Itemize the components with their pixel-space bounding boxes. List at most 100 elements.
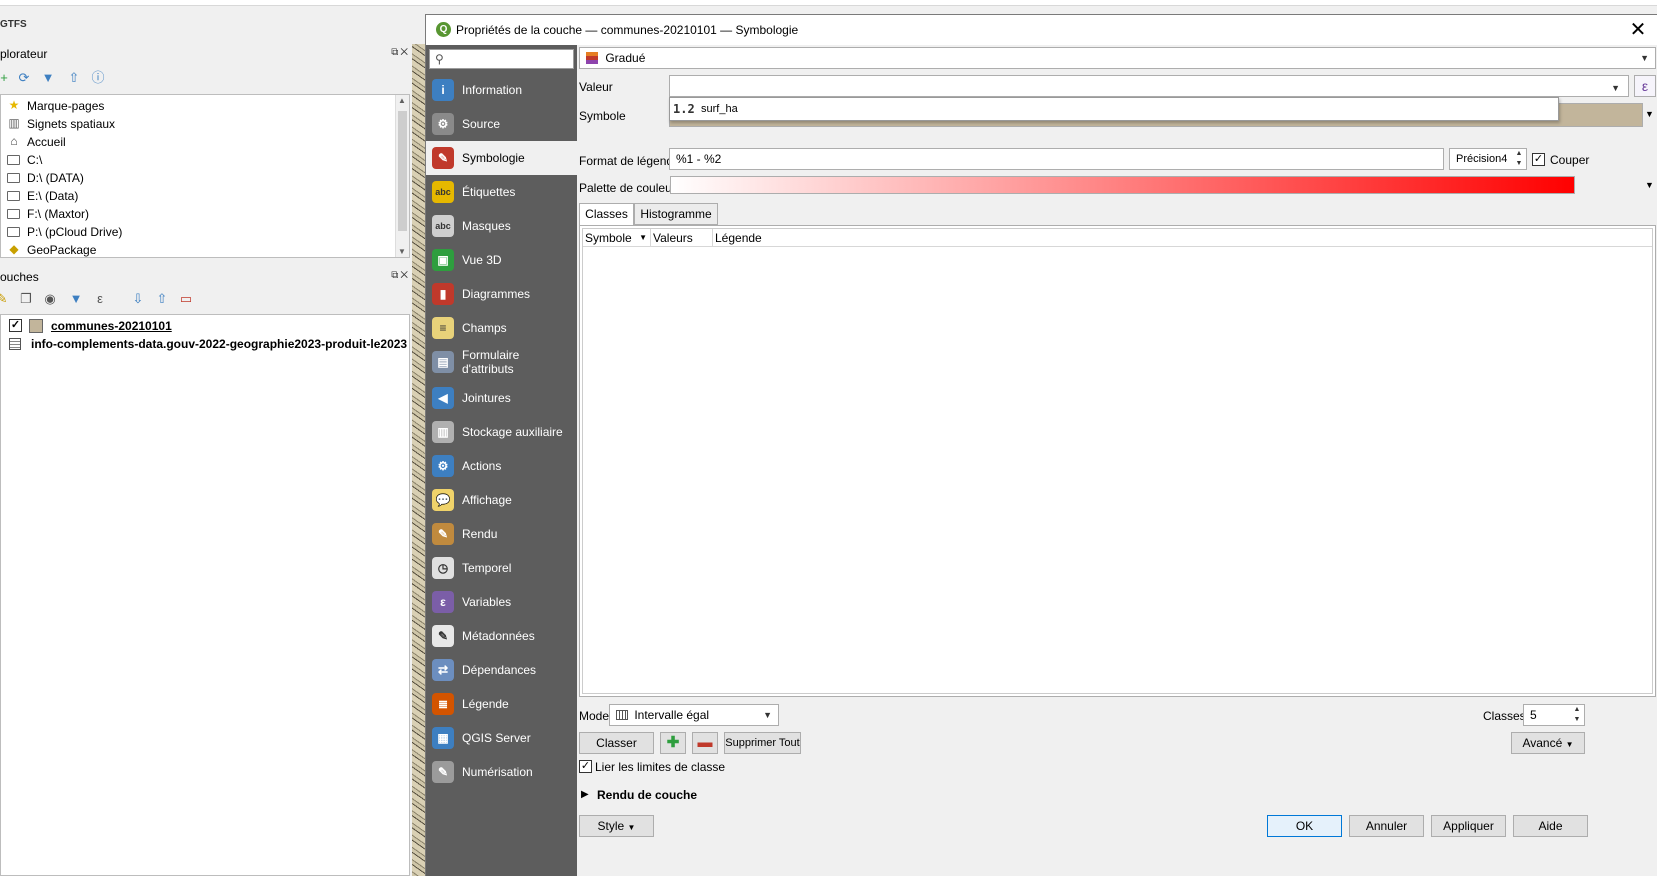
browser-item-drive-e[interactable]: E:\ (Data) [1,187,396,205]
chevron-down-icon[interactable]: ▼ [1611,78,1620,98]
panel-float-close-icons[interactable]: ⧉✕ [391,270,410,281]
mode-select[interactable]: Intervalle égal ▼ [609,704,779,726]
dialog-titlebar[interactable]: Q Propriétés de la couche — communes-202… [426,15,1657,45]
add-group-icon[interactable]: ❐ [18,291,34,307]
browser-item-drive-c[interactable]: C:\ [1,151,396,169]
browser-item-bookmarks[interactable]: ★ Marque-pages [1,97,396,115]
precision-spinbox[interactable]: Précision4 ▲ ▼ [1449,148,1527,170]
properties-info-icon[interactable]: ⓘ [90,70,106,86]
nav-item-symbology[interactable]: ✎ Symbologie [426,141,577,175]
legend-format-label: Format de légende [579,154,680,168]
add-layer-icon[interactable]: + [0,70,12,86]
nav-item-auxiliary-storage[interactable]: ▥ Stockage auxiliaire [426,415,577,449]
gtfs-plugin-icon[interactable]: GTFS [0,14,27,36]
classes-table[interactable]: Symbole ▼ Valeurs Légende [582,228,1653,694]
nav-item-legend[interactable]: ≣ Légende [426,687,577,721]
display-icon: 💬 [432,489,454,511]
ok-button[interactable]: OK [1267,815,1342,837]
expand-all-icon[interactable]: ⇩ [130,291,146,307]
nav-item-3d-view[interactable]: ▣ Vue 3D [426,243,577,277]
value-field-combo[interactable]: ▼ [669,75,1629,97]
browser-item-geopackage[interactable]: ◆ GeoPackage [1,241,396,259]
add-class-button[interactable]: ✚ [660,732,686,754]
nav-item-rendering[interactable]: ✎ Rendu [426,517,577,551]
chevron-down-icon[interactable]: ▼ [1645,180,1654,190]
nav-item-masks[interactable]: abc Masques [426,209,577,243]
classify-button[interactable]: Classer [579,732,654,754]
column-values[interactable]: Valeurs [651,229,713,247]
remove-layer-icon[interactable]: ▭ [178,291,194,307]
spin-arrows-icon[interactable]: ▲ ▼ [1513,149,1525,169]
nav-item-joins[interactable]: ◀ Jointures [426,381,577,415]
collapse-all-icon[interactable]: ⇧ [154,291,170,307]
legend-format-input[interactable]: %1 - %2 [669,148,1444,170]
filter-legend-icon[interactable]: ▼ [68,291,84,307]
nav-item-variables[interactable]: ε Variables [426,585,577,619]
layer-row-info-complements[interactable]: info-complements-data.gouv-2022-geograph… [1,335,409,353]
nav-item-attribute-form[interactable]: ▤ Formulaire d'attributs [426,345,577,381]
nav-item-source[interactable]: ⚙ Source [426,107,577,141]
collapse-all-icon[interactable]: ⇧ [66,70,82,86]
visibility-icon[interactable]: ◉ [42,291,58,307]
column-legend[interactable]: Légende [713,229,1652,247]
nav-search-input[interactable]: ⚲ [429,49,574,69]
tab-histogram[interactable]: Histogramme [634,203,718,225]
browser-item-drive-p[interactable]: P:\ (pCloud Drive) [1,223,396,241]
classes-count-value: 5 [1530,708,1537,722]
help-button[interactable]: Aide [1513,815,1588,837]
apply-button[interactable]: Appliquer [1431,815,1506,837]
nav-item-actions[interactable]: ⚙ Actions [426,449,577,483]
classes-count-spinbox[interactable]: 5 ▲ ▼ [1523,704,1585,726]
layer-visibility-checkbox[interactable]: ✓ [9,319,22,332]
panel-float-close-icons[interactable]: ⧉✕ [391,47,410,58]
nav-item-digitizing[interactable]: ✎ Numérisation [426,755,577,789]
field-option-surf-ha[interactable]: surf_ha [701,103,738,115]
color-ramp-button[interactable] [670,176,1575,194]
browser-item-drive-d[interactable]: D:\ (DATA) [1,169,396,187]
layer-properties-dialog: Q Propriétés de la couche — communes-202… [425,14,1657,876]
close-icon[interactable]: ✕ [1626,18,1650,42]
delete-all-button[interactable]: Supprimer Tout [724,732,801,754]
chevron-down-icon[interactable]: ▼ [1645,109,1654,119]
layer-row-communes[interactable]: ✓ communes-20210101 [1,317,409,335]
browser-item-drive-f[interactable]: F:\ (Maxtor) [1,205,396,223]
field-dropdown-list[interactable]: 1.2 surf_ha [669,97,1559,121]
filter-expression-icon[interactable]: ε [92,291,108,307]
nav-item-temporal[interactable]: ◷ Temporel [426,551,577,585]
color-ramp-label: Palette de couleur [579,181,676,195]
home-icon: ⌂ [10,134,18,148]
advanced-button[interactable]: Avancé ▼ [1511,732,1585,754]
filter-icon[interactable]: ▼ [40,70,56,86]
style-menu-button[interactable]: Style ▼ [579,815,654,837]
scroll-thumb[interactable] [398,111,407,231]
renderer-select[interactable]: Gradué ▼ [579,47,1656,69]
cancel-button[interactable]: Annuler [1349,815,1424,837]
remove-class-button[interactable]: ▬ [692,732,718,754]
map-canvas-strip[interactable] [412,44,426,876]
nav-item-information[interactable]: i Information [426,73,577,107]
nav-item-labels[interactable]: abc Étiquettes [426,175,577,209]
nav-item-qgis-server[interactable]: ▦ QGIS Server [426,721,577,755]
expand-triangle-icon[interactable]: ▶ [581,789,589,800]
nav-item-diagrams[interactable]: ▮ Diagrammes [426,277,577,311]
nav-item-metadata[interactable]: ✎ Métadonnées [426,619,577,653]
expression-builder-button[interactable]: ε [1634,75,1656,97]
refresh-icon[interactable]: ⟳ [16,70,32,86]
browser-scrollbar[interactable]: ▲ ▼ [395,95,409,257]
style-manager-icon[interactable]: ✎ [0,291,10,307]
nav-item-display[interactable]: 💬 Affichage [426,483,577,517]
scroll-down-icon[interactable]: ▼ [398,247,406,256]
nav-item-fields[interactable]: ≡ Champs [426,311,577,345]
layer-rendering-section[interactable]: Rendu de couche [597,788,697,802]
folder-icon [7,153,21,166]
column-symbol[interactable]: Symbole ▼ [583,229,651,247]
nav-item-dependencies[interactable]: ⇄ Dépendances [426,653,577,687]
link-class-limits-checkbox[interactable]: ✓ [579,760,592,773]
browser-panel-title-text: plorateur [0,47,48,61]
tab-classes[interactable]: Classes [579,203,634,226]
browser-item-spatial-bookmarks[interactable]: ▥ Signets spatiaux [1,115,396,133]
scroll-up-icon[interactable]: ▲ [398,96,406,105]
spin-arrows-icon[interactable]: ▲ ▼ [1571,705,1583,725]
browser-item-home[interactable]: ⌂ Accueil [1,133,396,151]
trim-checkbox[interactable]: ✓ [1532,153,1545,166]
